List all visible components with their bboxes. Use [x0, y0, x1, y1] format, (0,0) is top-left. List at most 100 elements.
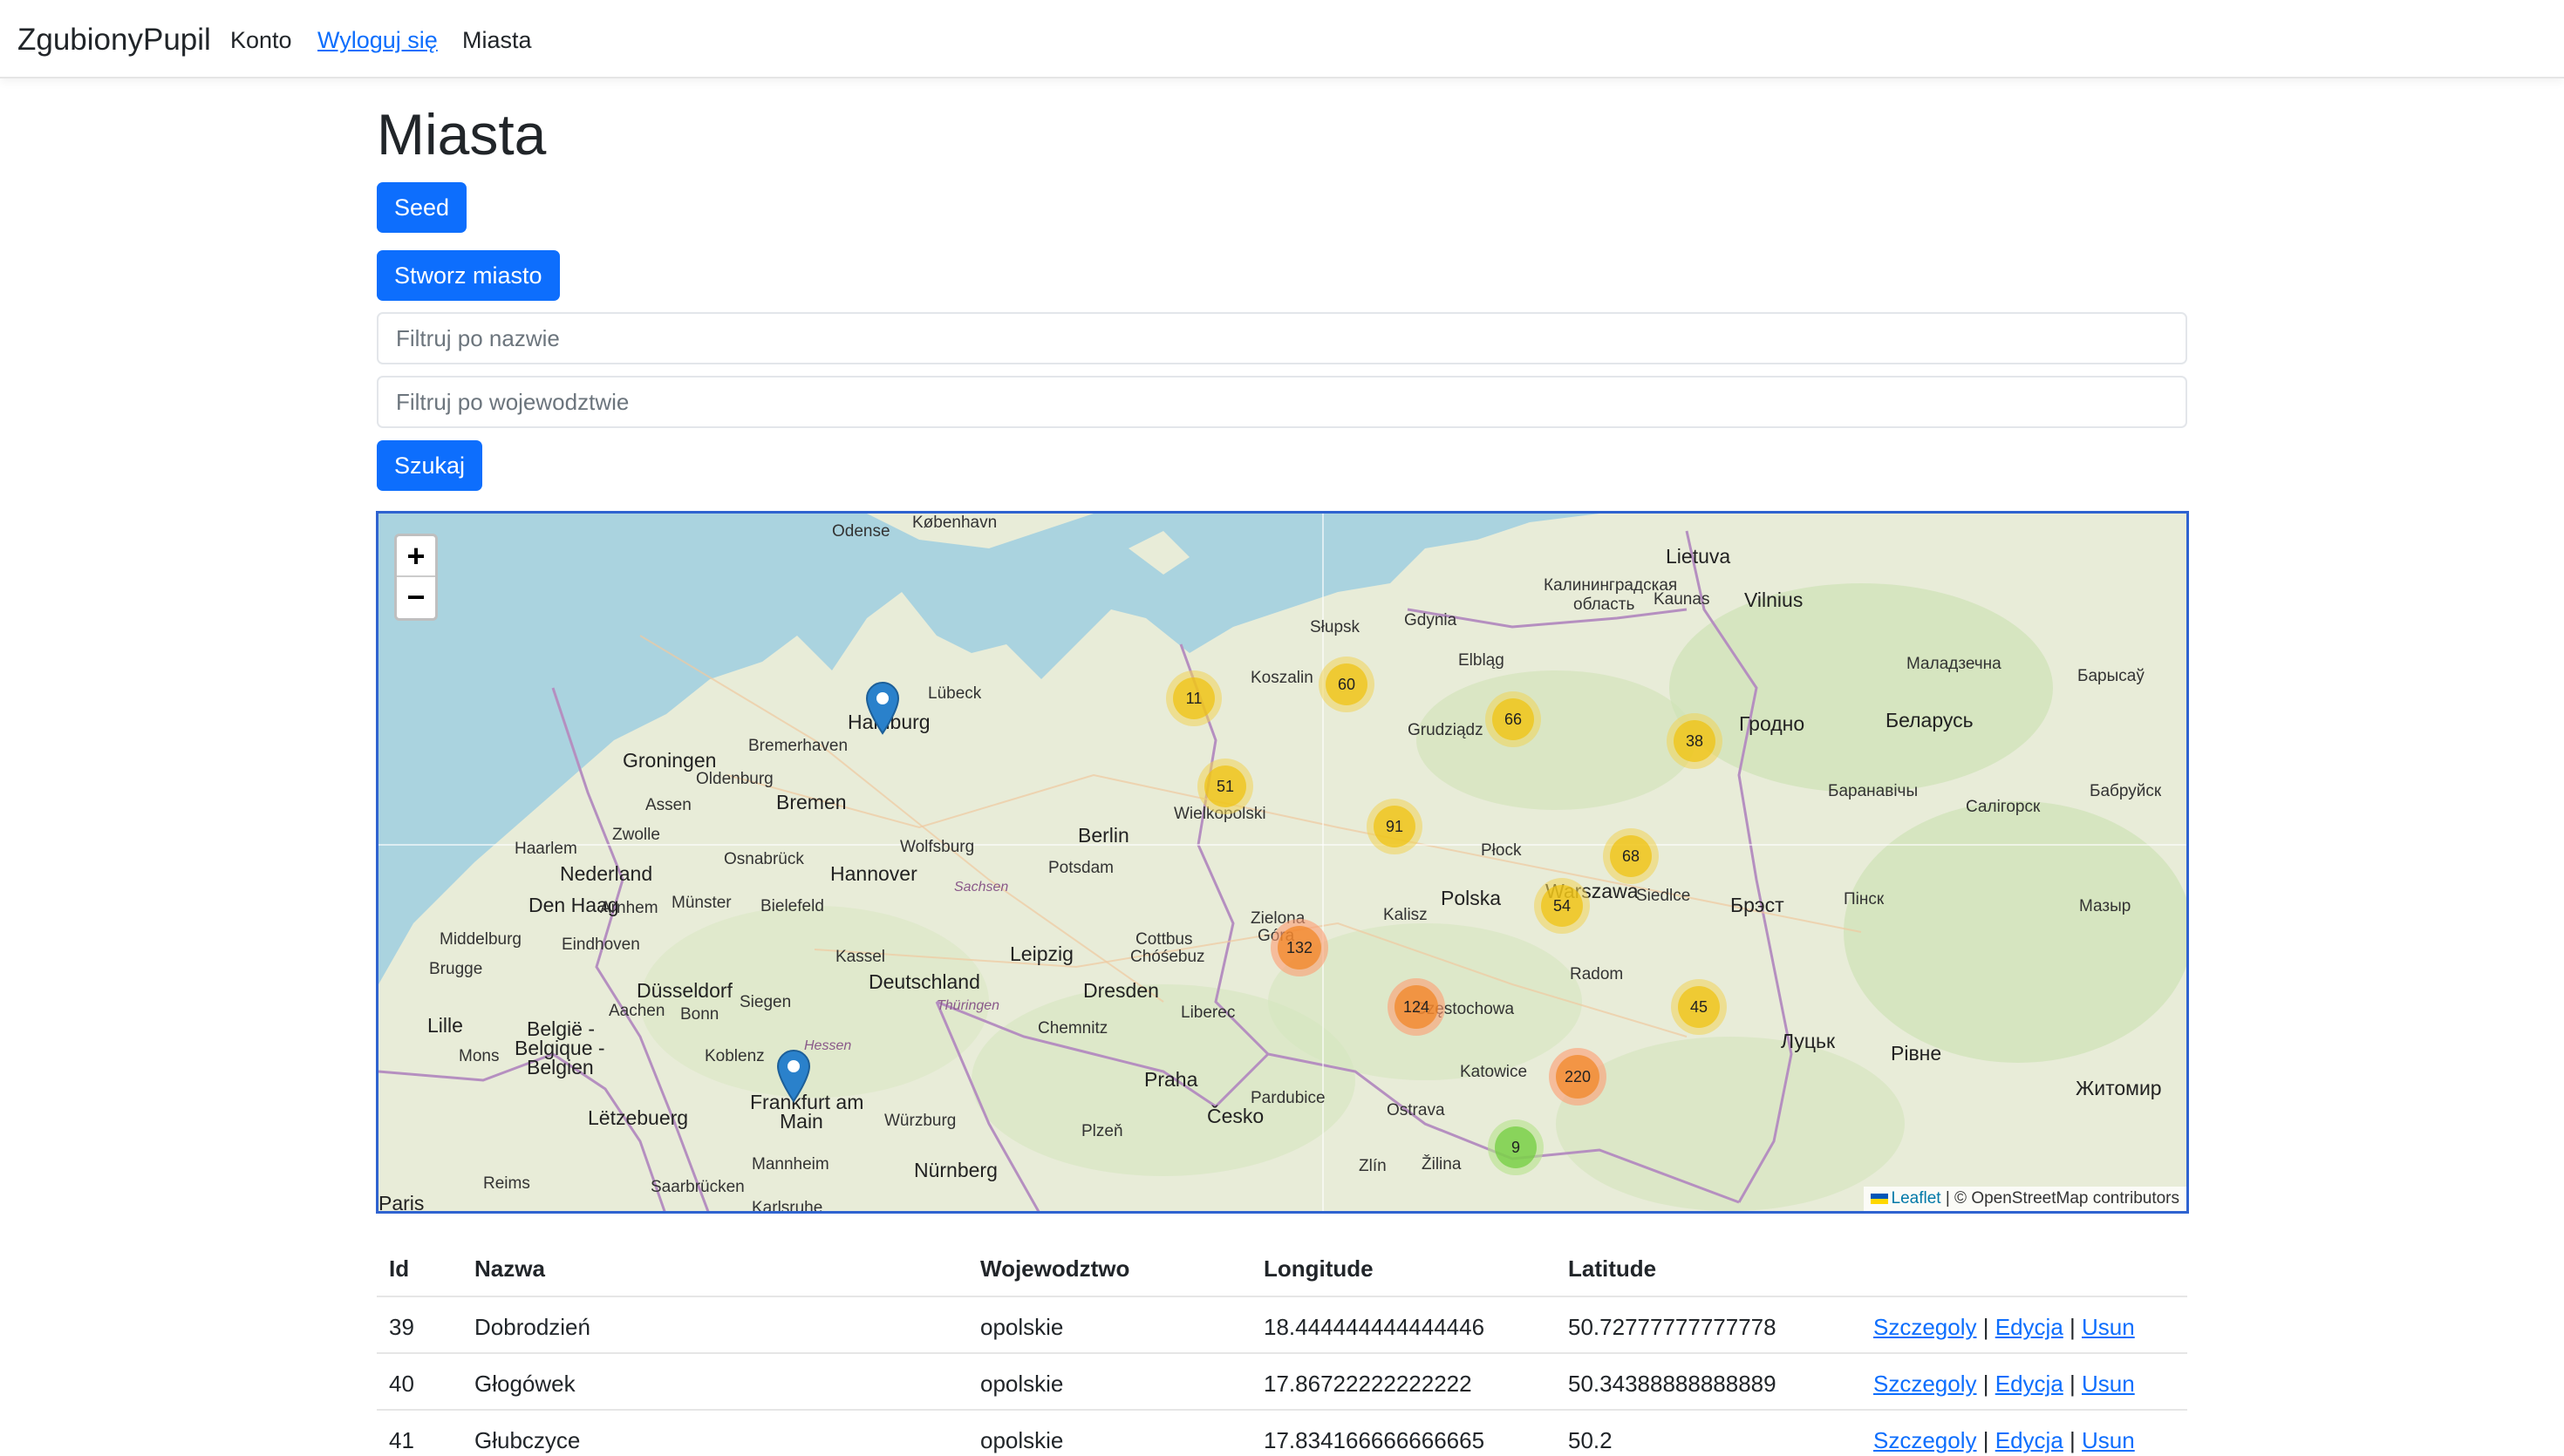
map-label-mannheim: Mannheim — [752, 1155, 829, 1174]
map-marker-pin-icon[interactable] — [776, 1049, 811, 1103]
map-label-plock: Płock — [1481, 841, 1522, 860]
map-label-osnabruck: Osnabrück — [724, 850, 804, 868]
details-link[interactable]: Szczegoly — [1873, 1427, 1977, 1453]
map-label-zilina: Žilina — [1422, 1155, 1462, 1174]
delete-link[interactable]: Usun — [2082, 1427, 2135, 1453]
map-cluster-count: 51 — [1204, 765, 1246, 807]
map-marker-pin-icon[interactable] — [865, 681, 900, 735]
map-label-zwolle: Zwolle — [612, 826, 660, 844]
map-cluster[interactable]: 91 — [1367, 799, 1422, 854]
filter-name-input[interactable]: Filtruj po nazwie — [377, 312, 2187, 364]
map-cluster[interactable]: 11 — [1166, 670, 1222, 726]
map-cluster-count: 54 — [1541, 885, 1583, 927]
map-label-belgien: Belgien — [527, 1056, 594, 1078]
edit-link[interactable]: Edycja — [1995, 1427, 2063, 1453]
cell-voivodeship: opolskie — [980, 1427, 1064, 1453]
map-label-zlin: Zlín — [1359, 1157, 1387, 1175]
cell-latitude: 50.34388888888889 — [1568, 1371, 1776, 1397]
cell-id: 39 — [389, 1314, 414, 1340]
nav-konto[interactable]: Konto — [230, 27, 292, 54]
map[interactable]: København Odense Lübeck Hamburg Bremerha… — [376, 511, 2189, 1214]
map-label-thuringen: Thüringen — [937, 998, 1000, 1013]
map-label-kaunas: Kaunas — [1654, 590, 1710, 609]
map-cluster[interactable]: 124 — [1388, 978, 1445, 1036]
map-label-ostrava: Ostrava — [1387, 1101, 1445, 1119]
delete-link[interactable]: Usun — [2082, 1371, 2135, 1397]
map-label-lietuva: Lietuva — [1666, 545, 1731, 568]
map-cluster[interactable]: 68 — [1603, 828, 1659, 884]
map-label-paris: Paris — [378, 1192, 425, 1214]
map-label-siedlce: Siedlce — [1636, 887, 1691, 905]
map-label-cesko: Česko — [1207, 1105, 1265, 1127]
map-cluster[interactable]: 38 — [1667, 713, 1722, 769]
zoom-out-button[interactable]: − — [397, 577, 435, 618]
map-label-oldenburg: Oldenburg — [696, 770, 774, 788]
table-header: Id Nazwa Wojewodztwo Longitude Latitude — [377, 1238, 2187, 1296]
details-link[interactable]: Szczegoly — [1873, 1314, 1977, 1340]
nav-logout[interactable]: Wyloguj się — [317, 27, 438, 54]
map-cluster[interactable]: 60 — [1319, 657, 1374, 712]
map-label-katowice: Katowice — [1460, 1063, 1528, 1081]
map-cluster[interactable]: 45 — [1671, 979, 1727, 1035]
map-label-lubeck: Lübeck — [928, 684, 982, 703]
map-cluster[interactable]: 54 — [1534, 878, 1590, 934]
separator: | — [2070, 1371, 2076, 1397]
map-cluster-count: 68 — [1610, 835, 1652, 877]
header-longitude: Longitude — [1264, 1255, 1374, 1282]
map-cluster[interactable]: 132 — [1271, 919, 1328, 976]
page-title: Miasta — [377, 102, 547, 167]
leaflet-link[interactable]: Leaflet — [1892, 1189, 1941, 1208]
map-label-dusseldorf: Düsseldorf — [637, 979, 733, 1002]
map-label-haarlem: Haarlem — [515, 840, 577, 858]
map-cluster[interactable]: 220 — [1549, 1048, 1606, 1106]
ukraine-flag-icon — [1870, 1193, 1888, 1204]
map-cluster[interactable]: 66 — [1485, 691, 1541, 747]
map-label-munster: Münster — [672, 894, 732, 912]
header-name: Nazwa — [474, 1255, 545, 1282]
zoom-control: + − — [394, 534, 438, 621]
search-button[interactable]: Szukaj — [377, 440, 483, 491]
map-label-middelburg: Middelburg — [440, 930, 522, 949]
cell-actions: Szczegoly | Edycja | Usun — [1873, 1427, 2135, 1454]
map-label-saarbrucken: Saarbrücken — [651, 1178, 745, 1196]
seed-button[interactable]: Seed — [377, 182, 467, 233]
map-label-bonn: Bonn — [680, 1005, 719, 1024]
map-label-grudziadz: Grudziądz — [1408, 721, 1483, 739]
edit-link[interactable]: Edycja — [1995, 1314, 2063, 1340]
map-cluster[interactable]: 51 — [1197, 759, 1253, 814]
map-label-koblenz: Koblenz — [705, 1047, 765, 1065]
cell-longitude: 17.834166666666665 — [1264, 1427, 1485, 1453]
table-row: 39 Dobrodzień opolskie 18.44444444444444… — [377, 1296, 2187, 1352]
separator: | — [1982, 1371, 1989, 1397]
nav-miasta[interactable]: Miasta — [462, 27, 532, 54]
map-label-grodno: Гродно — [1739, 712, 1805, 735]
brand-link[interactable]: ZgubionyPupil — [17, 23, 211, 58]
map-label-zhytomyr: Житомир — [2076, 1077, 2162, 1099]
edit-link[interactable]: Edycja — [1995, 1371, 2063, 1397]
attribution-text: | © OpenStreetMap contributors — [1945, 1189, 2179, 1208]
map-cluster[interactable]: 9 — [1488, 1119, 1544, 1175]
map-cluster-count: 66 — [1492, 698, 1534, 740]
map-label-reims: Reims — [483, 1174, 530, 1193]
map-label-belarus: Беларусь — [1885, 709, 1974, 731]
map-label-siegen: Siegen — [740, 993, 792, 1011]
map-label-mons: Mons — [459, 1047, 500, 1065]
map-label-gdynia: Gdynia — [1404, 611, 1457, 629]
header-id: Id — [389, 1255, 410, 1282]
map-label-berlin: Berlin — [1078, 824, 1129, 847]
cell-actions: Szczegoly | Edycja | Usun — [1873, 1371, 2135, 1398]
filter-voivodeship-input[interactable]: Filtruj po wojewodztwie — [377, 376, 2187, 428]
map-label-baranavichy: Баранавічы — [1828, 782, 1919, 800]
map-cluster-count: 91 — [1374, 806, 1415, 847]
create-city-button[interactable]: Stworz miasto — [377, 250, 560, 301]
map-cluster-count: 132 — [1278, 926, 1321, 970]
map-label-babruysk: Бабруйск — [2090, 782, 2162, 800]
map-label-bremen: Bremen — [776, 791, 847, 813]
details-link[interactable]: Szczegoly — [1873, 1371, 1977, 1397]
map-label-brest: Брэст — [1730, 894, 1784, 916]
zoom-in-button[interactable]: + — [397, 536, 435, 577]
delete-link[interactable]: Usun — [2082, 1314, 2135, 1340]
map-label-nurnberg: Nürnberg — [914, 1159, 998, 1181]
header-voivodeship: Wojewodztwo — [980, 1255, 1130, 1282]
map-label-polska: Polska — [1441, 887, 1502, 909]
